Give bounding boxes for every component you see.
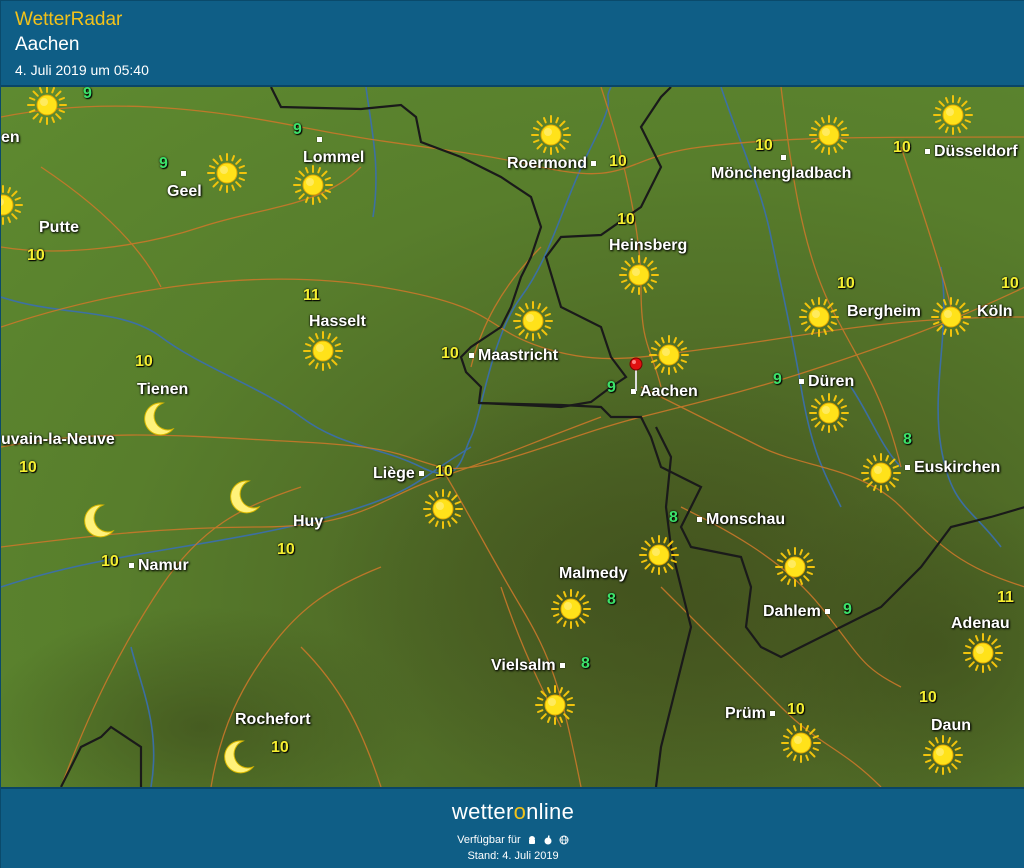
- sun-icon: [963, 633, 1003, 673]
- brand-logo[interactable]: wetteronline: [1, 799, 1024, 825]
- temperature-bergheim: 10: [837, 275, 855, 292]
- sun-icon: [535, 685, 575, 725]
- sun-icon: [531, 115, 571, 155]
- city-duesseldorf[interactable]: Düsseldorf: [921, 143, 1018, 161]
- city-maastricht[interactable]: Maastricht: [465, 347, 558, 365]
- sun-icon: [1, 185, 23, 225]
- weather-map[interactable]: en 9 Roermond 10 10 Mönchengladbach 10 D…: [1, 87, 1024, 787]
- city-louvain-la-neuve[interactable]: uvain-la-Neuve: [1, 431, 115, 449]
- city-dueren[interactable]: Düren: [795, 373, 854, 391]
- temperature-vielsalm: 8: [581, 655, 590, 672]
- web-icon[interactable]: [559, 835, 569, 845]
- city-label-edge: en: [1, 129, 20, 146]
- temperature-geel: 9: [159, 155, 168, 172]
- sun-icon: [207, 153, 247, 193]
- temperature-huy: 10: [277, 541, 295, 558]
- sun-icon: [799, 297, 839, 337]
- header: WetterRadar Aachen 4. Juli 2019 um 05:40: [1, 1, 1024, 87]
- temperature-dueren: 9: [773, 371, 782, 388]
- temperature-koeln: 10: [1001, 275, 1019, 292]
- sun-icon: [861, 453, 901, 493]
- moon-icon: [77, 501, 117, 541]
- city-hasselt[interactable]: Hasselt: [309, 313, 366, 331]
- location-title: Aachen: [15, 34, 80, 55]
- moon-icon: [217, 737, 257, 777]
- temperature-duesseldorf: 10: [893, 139, 911, 156]
- temperature-aachen: 9: [607, 379, 616, 396]
- temperature-adenau: 11: [997, 589, 1014, 606]
- city-pruem[interactable]: Prüm: [725, 705, 779, 723]
- city-tienen[interactable]: Tienen: [137, 381, 188, 399]
- app-title: WetterRadar: [15, 9, 123, 30]
- sun-icon: [551, 589, 591, 629]
- sun-icon: [809, 393, 849, 433]
- temperature-liege: 10: [435, 463, 453, 480]
- temperature-louvain-la-neuve: 10: [19, 459, 37, 476]
- availability-line: Verfügbar für: [1, 833, 1024, 847]
- city-koeln[interactable]: Köln: [977, 303, 1013, 321]
- sun-icon: [639, 535, 679, 575]
- temperature-namur: 10: [101, 553, 119, 570]
- temperature-malmedy: 8: [607, 591, 616, 608]
- sun-with-cloud-icon: [423, 489, 463, 529]
- temperature-pruem: 10: [787, 701, 805, 718]
- location-pin-icon[interactable]: [628, 357, 644, 393]
- sun-icon: [619, 255, 659, 295]
- city-adenau[interactable]: Adenau: [951, 615, 1010, 633]
- city-dahlem[interactable]: Dahlem: [763, 603, 834, 621]
- city-monschau[interactable]: Monschau: [693, 511, 785, 529]
- availability-label: Verfügbar für: [457, 834, 521, 846]
- city-euskirchen[interactable]: Euskirchen: [901, 459, 1000, 477]
- sun-icon: [27, 87, 67, 125]
- android-icon[interactable]: [527, 835, 537, 845]
- city-lommel[interactable]: Lommel: [303, 137, 364, 167]
- city-namur[interactable]: Namur: [125, 557, 189, 575]
- sun-icon: [775, 547, 815, 587]
- temperature-maastricht: 10: [441, 345, 459, 362]
- temperature-rochefort: 10: [271, 739, 289, 756]
- apple-icon[interactable]: [543, 835, 553, 845]
- sun-icon: [923, 735, 963, 775]
- app-frame: WetterRadar Aachen 4. Juli 2019 um 05:40: [0, 0, 1024, 868]
- city-huy[interactable]: Huy: [293, 513, 323, 531]
- temperature-lommel: 9: [293, 121, 302, 138]
- city-liege[interactable]: Liège: [373, 465, 428, 483]
- sun-icon: [781, 723, 821, 763]
- city-malmedy[interactable]: Malmedy: [559, 565, 627, 583]
- temperature-monschau: 8: [669, 509, 678, 526]
- temperature-euskirchen: 8: [903, 431, 912, 448]
- temperature-dahlem: 9: [843, 601, 852, 618]
- sun-icon: [293, 165, 333, 205]
- moon-icon: [137, 399, 177, 439]
- city-bergheim[interactable]: Bergheim: [847, 303, 921, 321]
- temperature-value: 9: [83, 87, 92, 102]
- timestamp: 4. Juli 2019 um 05:40: [15, 62, 149, 78]
- temperature-putte: 10: [27, 247, 45, 264]
- temperature-daun: 10: [919, 689, 937, 706]
- temperature-tienen: 10: [135, 353, 153, 370]
- city-geel[interactable]: Geel: [167, 171, 202, 201]
- city-putte[interactable]: Putte: [33, 219, 79, 237]
- temperature-heinsberg: 10: [617, 211, 635, 228]
- footer: wetteronline Verfügbar für Stand: 4. Jul…: [1, 787, 1024, 868]
- city-moenchengladbach[interactable]: Mönchengladbach: [711, 155, 851, 183]
- sun-icon: [931, 297, 971, 337]
- city-daun[interactable]: Daun: [931, 717, 971, 735]
- sun-with-cloud-icon: [809, 115, 849, 155]
- sun-icon: [649, 335, 689, 375]
- sun-icon: [303, 331, 343, 371]
- temperature-hasselt: 11: [303, 287, 320, 304]
- sun-icon: [513, 301, 553, 341]
- city-roermond[interactable]: Roermond: [507, 155, 600, 173]
- temperature-moenchengladbach: 10: [755, 137, 773, 154]
- data-date: Stand: 4. Juli 2019: [467, 850, 559, 862]
- temperature-roermond: 10: [609, 153, 627, 170]
- moon-icon: [223, 477, 263, 517]
- sun-with-cloud-icon: [933, 95, 973, 135]
- city-heinsberg[interactable]: Heinsberg: [609, 237, 687, 255]
- city-rochefort[interactable]: Rochefort: [235, 711, 311, 729]
- city-vielsalm[interactable]: Vielsalm: [491, 657, 569, 675]
